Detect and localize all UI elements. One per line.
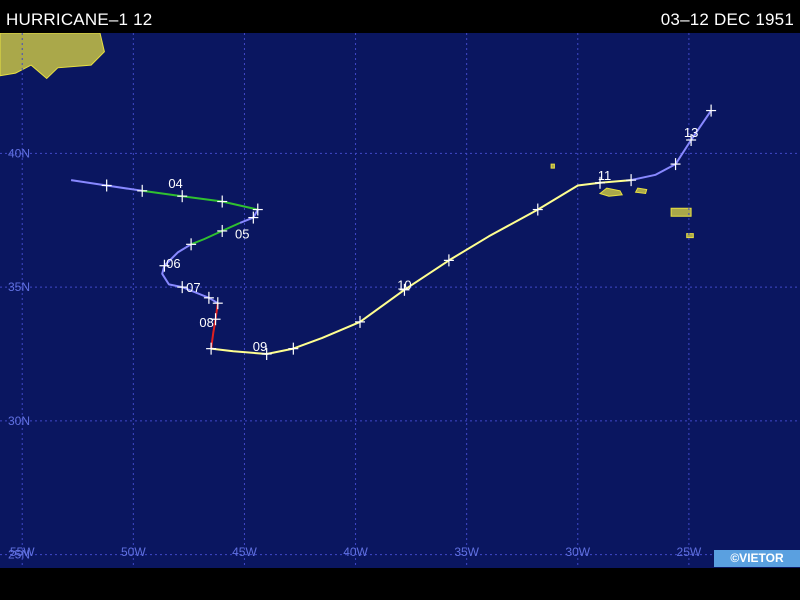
lat-tick-label: 25N	[8, 548, 30, 562]
credit-badge: ©VIETOR	[714, 550, 800, 567]
day-label: 10	[397, 277, 411, 292]
land-mass	[686, 233, 694, 239]
date-range: 03–12 DEC 1951	[660, 10, 794, 29]
land-mass	[634, 187, 648, 195]
lon-tick-label: 45W	[232, 545, 257, 559]
lat-tick-label: 30N	[8, 414, 30, 428]
lat-tick-label: 35N	[8, 280, 30, 294]
day-label: 04	[168, 176, 182, 191]
lon-tick-label: 25W	[677, 545, 702, 559]
storm-title: HURRICANE–1 12	[6, 10, 153, 29]
lon-tick-label: 40W	[343, 545, 368, 559]
day-label: 13	[684, 125, 698, 140]
ocean-background	[0, 33, 800, 568]
bottom-bar	[0, 568, 800, 600]
day-label: 08	[199, 315, 213, 330]
day-label: 11	[598, 168, 612, 183]
day-label: 07	[186, 280, 200, 295]
land-mass	[550, 163, 555, 169]
track-map: 55W50W45W40W35W30W25W45N40N35N30N25N 040…	[0, 33, 800, 568]
title-bar: HURRICANE–1 12 03–12 DEC 1951	[0, 0, 800, 33]
day-label: 05	[235, 227, 249, 242]
lon-tick-label: 50W	[121, 545, 146, 559]
lon-tick-label: 35W	[454, 545, 479, 559]
land-mass	[670, 207, 692, 217]
lat-tick-label: 40N	[8, 146, 30, 160]
lon-tick-label: 30W	[565, 545, 590, 559]
day-label: 09	[253, 339, 267, 354]
day-label: 06	[166, 256, 180, 271]
